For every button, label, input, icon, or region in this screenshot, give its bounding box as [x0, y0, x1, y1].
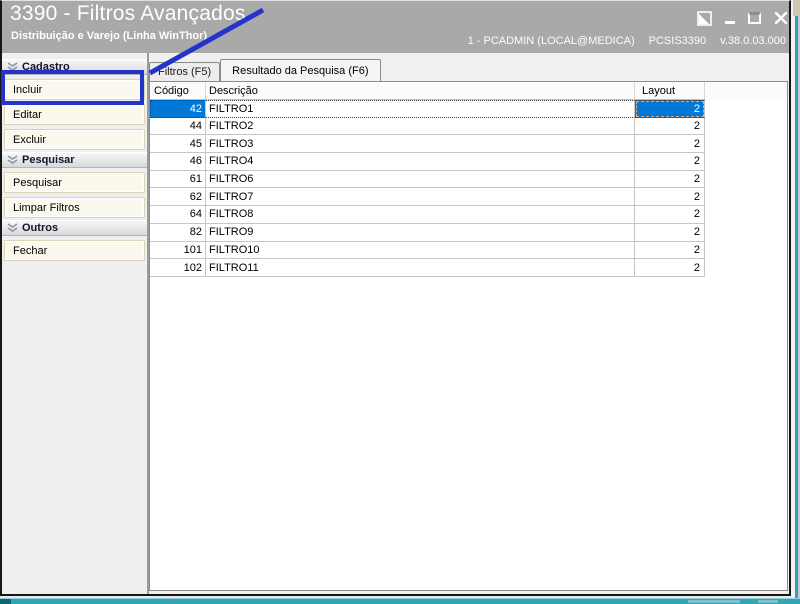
cell-layout[interactable]: 2	[635, 206, 705, 224]
column-header-codigo[interactable]: Código	[150, 82, 206, 100]
taskbar-fragment	[169, 599, 171, 604]
cell-codigo[interactable]: 45	[150, 135, 206, 154]
table-row[interactable]: 44 FILTRO2 2	[150, 117, 787, 136]
version-number: v.38.0.03.000	[720, 35, 786, 47]
excluir-button[interactable]: Excluir	[4, 129, 145, 150]
window-controls	[697, 9, 789, 27]
table-row-selected[interactable]: 42 FILTRO1 2	[150, 100, 787, 118]
close-icon[interactable]	[774, 11, 788, 25]
pesquisar-button[interactable]: Pesquisar	[4, 172, 145, 193]
cell-layout[interactable]: 2	[635, 170, 705, 189]
taskbar-fragment	[758, 600, 778, 603]
incluir-button[interactable]: Incluir	[4, 79, 145, 100]
table-row[interactable]: 62 FILTRO7 2	[150, 188, 787, 207]
cell-codigo[interactable]: 102	[150, 259, 206, 277]
column-header-layout[interactable]: Layout	[635, 82, 705, 100]
table-row[interactable]: 61 FILTRO6 2	[150, 170, 787, 189]
cell-layout[interactable]: 2	[635, 153, 705, 171]
section-header-outros[interactable]: Outros	[2, 220, 147, 236]
table-row[interactable]: 82 FILTRO9 2	[150, 223, 787, 242]
window-title: 3390 - Filtros Avançados	[10, 2, 246, 25]
cell-codigo[interactable]: 61	[150, 170, 206, 189]
tab-filtros[interactable]: Filtros (F5)	[149, 62, 221, 81]
cell-layout[interactable]: 2	[635, 241, 705, 260]
column-header-descricao[interactable]: Descrição	[206, 82, 635, 100]
cell-descricao[interactable]: FILTRO8	[206, 206, 635, 224]
table-row[interactable]: 46 FILTRO4 2	[150, 153, 787, 171]
window-subtitle: Distribuição e Varejo (Linha WinThor)	[11, 30, 208, 42]
taskbar-strip	[0, 598, 800, 604]
double-chevron-down-icon	[7, 62, 18, 71]
grid-header-filler	[705, 82, 787, 100]
limpar-filtros-button[interactable]: Limpar Filtros	[4, 197, 145, 218]
cell-descricao[interactable]: FILTRO9	[206, 223, 635, 242]
cell-codigo[interactable]: 46	[150, 153, 206, 171]
cell-descricao[interactable]: FILTRO1	[206, 100, 635, 118]
sidebar: Cadastro Incluir Editar Excluir Pesquisa…	[2, 53, 149, 594]
fechar-button[interactable]: Fechar	[4, 240, 145, 261]
cell-descricao[interactable]: FILTRO11	[206, 259, 635, 277]
cell-codigo[interactable]: 44	[150, 117, 206, 136]
tab-resultado-pesquisa[interactable]: Resultado da Pesquisa (F6)	[220, 59, 381, 81]
cell-layout[interactable]: 2	[635, 188, 705, 207]
restore-icon[interactable]	[697, 10, 712, 26]
grid-header-row: Código Descrição Layout	[150, 82, 787, 100]
tab-bar: Filtros (F5) Resultado da Pesquisa (F6)	[149, 59, 381, 81]
section-header-cadastro[interactable]: Cadastro	[2, 59, 147, 75]
table-row[interactable]: 64 FILTRO8 2	[150, 206, 787, 224]
cell-descricao[interactable]: FILTRO6	[206, 170, 635, 189]
session-info: 1 - PCADMIN (LOCAL@MEDICA) PCSIS3390 v.38.…	[454, 35, 786, 47]
cell-descricao[interactable]: FILTRO4	[206, 153, 635, 171]
cell-layout[interactable]: 2	[635, 135, 705, 154]
double-chevron-down-icon	[7, 223, 18, 232]
section-label: Cadastro	[22, 61, 70, 73]
cell-descricao[interactable]: FILTRO7	[206, 188, 635, 207]
titlebar: 3390 - Filtros Avançados Distribuição e …	[2, 1, 789, 53]
maximize-icon[interactable]	[748, 12, 761, 24]
double-chevron-down-icon	[7, 155, 18, 164]
background-window-fragment	[793, 0, 800, 16]
table-row[interactable]: 101 FILTRO10 2	[150, 241, 787, 260]
table-row[interactable]: 102 FILTRO11 2	[150, 259, 787, 277]
table-row[interactable]: 45 FILTRO3 2	[150, 135, 787, 154]
taskbar-fragment	[688, 600, 740, 603]
editar-button[interactable]: Editar	[4, 104, 145, 125]
cell-descricao[interactable]: FILTRO10	[206, 241, 635, 260]
cell-descricao[interactable]: FILTRO2	[206, 117, 635, 136]
section-label: Outros	[22, 222, 59, 234]
results-grid: Código Descrição Layout 42 FILTRO1 2 44 …	[149, 81, 788, 591]
cell-codigo[interactable]: 42	[150, 100, 206, 118]
cell-layout[interactable]: 2	[635, 223, 705, 242]
cell-layout[interactable]: 2	[635, 117, 705, 136]
cell-codigo[interactable]: 64	[150, 206, 206, 224]
section-header-pesquisar[interactable]: Pesquisar	[2, 152, 147, 168]
module-code: PCSIS3390	[648, 35, 707, 47]
cell-codigo[interactable]: 62	[150, 188, 206, 207]
cell-descricao[interactable]: FILTRO3	[206, 135, 635, 154]
cell-codigo[interactable]: 101	[150, 241, 206, 260]
cell-layout[interactable]: 2	[635, 100, 705, 118]
minimize-icon[interactable]	[725, 12, 735, 24]
taskbar-fragment	[0, 599, 11, 604]
session-user: 1 - PCADMIN (LOCAL@MEDICA)	[467, 35, 635, 47]
section-label: Pesquisar	[22, 154, 75, 166]
cell-layout[interactable]: 2	[635, 259, 705, 277]
cell-codigo[interactable]: 82	[150, 223, 206, 242]
app-window: 3390 - Filtros Avançados Distribuição e …	[0, 0, 791, 596]
